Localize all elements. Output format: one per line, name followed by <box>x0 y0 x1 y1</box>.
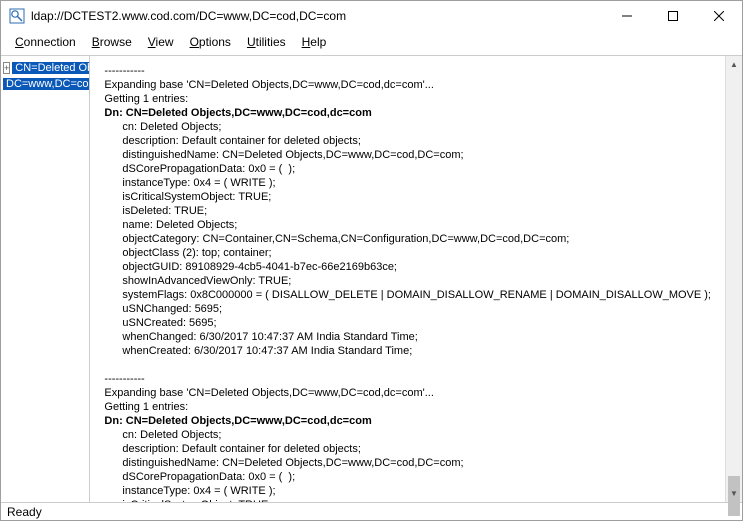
attr-line: cn: Deleted Objects; <box>104 120 711 134</box>
titlebar: ldap://DCTEST2.www.cod.com/DC=www,DC=cod… <box>1 1 742 31</box>
tree-label[interactable]: CN=Deleted Objects, <box>12 62 90 74</box>
scroll-down-icon[interactable]: ▼ <box>726 485 742 502</box>
menu-options[interactable]: Options <box>182 33 239 51</box>
dn-line: Dn: CN=Deleted Objects,DC=www,DC=cod,dc=… <box>104 414 711 428</box>
attr-line: dSCorePropagationData: 0x0 = ( ); <box>104 162 711 176</box>
window-title: ldap://DCTEST2.www.cod.com/DC=www,DC=cod… <box>31 9 604 23</box>
expand-line: Expanding base 'CN=Deleted Objects,DC=ww… <box>104 78 711 92</box>
content-area: + CN=Deleted Objects, DC=www,DC=cod,dc=c… <box>1 55 742 502</box>
tree-pane[interactable]: + CN=Deleted Objects, DC=www,DC=cod,dc=c… <box>1 56 90 502</box>
attr-line: isCriticalSystemObject: TRUE; <box>104 498 711 502</box>
detail-wrap: -----------Expanding base 'CN=Deleted Ob… <box>90 56 742 502</box>
tree-label[interactable]: DC=www,DC=cod,dc=com <box>3 78 90 90</box>
menu-utilities[interactable]: Utilities <box>239 33 294 51</box>
getting-line: Getting 1 entries: <box>104 92 711 106</box>
expand-line: Expanding base 'CN=Deleted Objects,DC=ww… <box>104 386 711 400</box>
minimize-button[interactable] <box>604 1 650 31</box>
attr-line: instanceType: 0x4 = ( WRITE ); <box>104 176 711 190</box>
menu-connection[interactable]: Connection <box>7 33 84 51</box>
attr-line: description: Default container for delet… <box>104 442 711 456</box>
separator-line: ----------- <box>104 64 711 78</box>
getting-line: Getting 1 entries: <box>104 400 711 414</box>
close-button[interactable] <box>696 1 742 31</box>
attr-line: isCriticalSystemObject: TRUE; <box>104 190 711 204</box>
expand-icon[interactable]: + <box>3 62 10 74</box>
tree-node-child[interactable]: DC=www,DC=cod,dc=com <box>3 76 87 92</box>
attr-line: showInAdvancedViewOnly: TRUE; <box>104 274 711 288</box>
status-text: Ready <box>7 505 42 519</box>
attr-line: isDeleted: TRUE; <box>104 204 711 218</box>
maximize-button[interactable] <box>650 1 696 31</box>
attr-line: systemFlags: 0x8C000000 = ( DISALLOW_DEL… <box>104 288 711 302</box>
vertical-scrollbar[interactable]: ▲ ▼ <box>725 56 742 502</box>
scroll-up-icon[interactable]: ▲ <box>726 56 742 73</box>
attr-line: distinguishedName: CN=Deleted Objects,DC… <box>104 148 711 162</box>
attr-line: instanceType: 0x4 = ( WRITE ); <box>104 484 711 498</box>
attr-line: name: Deleted Objects; <box>104 218 711 232</box>
app-icon <box>9 8 25 24</box>
attr-line: description: Default container for delet… <box>104 134 711 148</box>
attr-line: cn: Deleted Objects; <box>104 428 711 442</box>
menu-view[interactable]: View <box>140 33 182 51</box>
attr-line: dSCorePropagationData: 0x0 = ( ); <box>104 470 711 484</box>
attr-line: objectGUID: 89108929-4cb5-4041-b7ec-66e2… <box>104 260 711 274</box>
menubar: Connection Browse View Options Utilities… <box>1 31 742 55</box>
attr-line: uSNCreated: 5695; <box>104 316 711 330</box>
attr-line: objectCategory: CN=Container,CN=Schema,C… <box>104 232 711 246</box>
attr-line: distinguishedName: CN=Deleted Objects,DC… <box>104 456 711 470</box>
separator-line: ----------- <box>104 372 711 386</box>
dn-line: Dn: CN=Deleted Objects,DC=www,DC=cod,dc=… <box>104 106 711 120</box>
statusbar: Ready <box>1 502 742 520</box>
detail-pane[interactable]: -----------Expanding base 'CN=Deleted Ob… <box>90 56 725 502</box>
attr-line: whenChanged: 6/30/2017 10:47:37 AM India… <box>104 330 711 344</box>
attr-line: uSNChanged: 5695; <box>104 302 711 316</box>
menu-help[interactable]: Help <box>294 33 335 51</box>
attr-line: whenCreated: 6/30/2017 10:47:37 AM India… <box>104 344 711 358</box>
menu-browse[interactable]: Browse <box>84 33 140 51</box>
attr-line: objectClass (2): top; container; <box>104 246 711 260</box>
window-controls <box>604 1 742 31</box>
tree-node-root[interactable]: + CN=Deleted Objects, <box>3 60 87 76</box>
